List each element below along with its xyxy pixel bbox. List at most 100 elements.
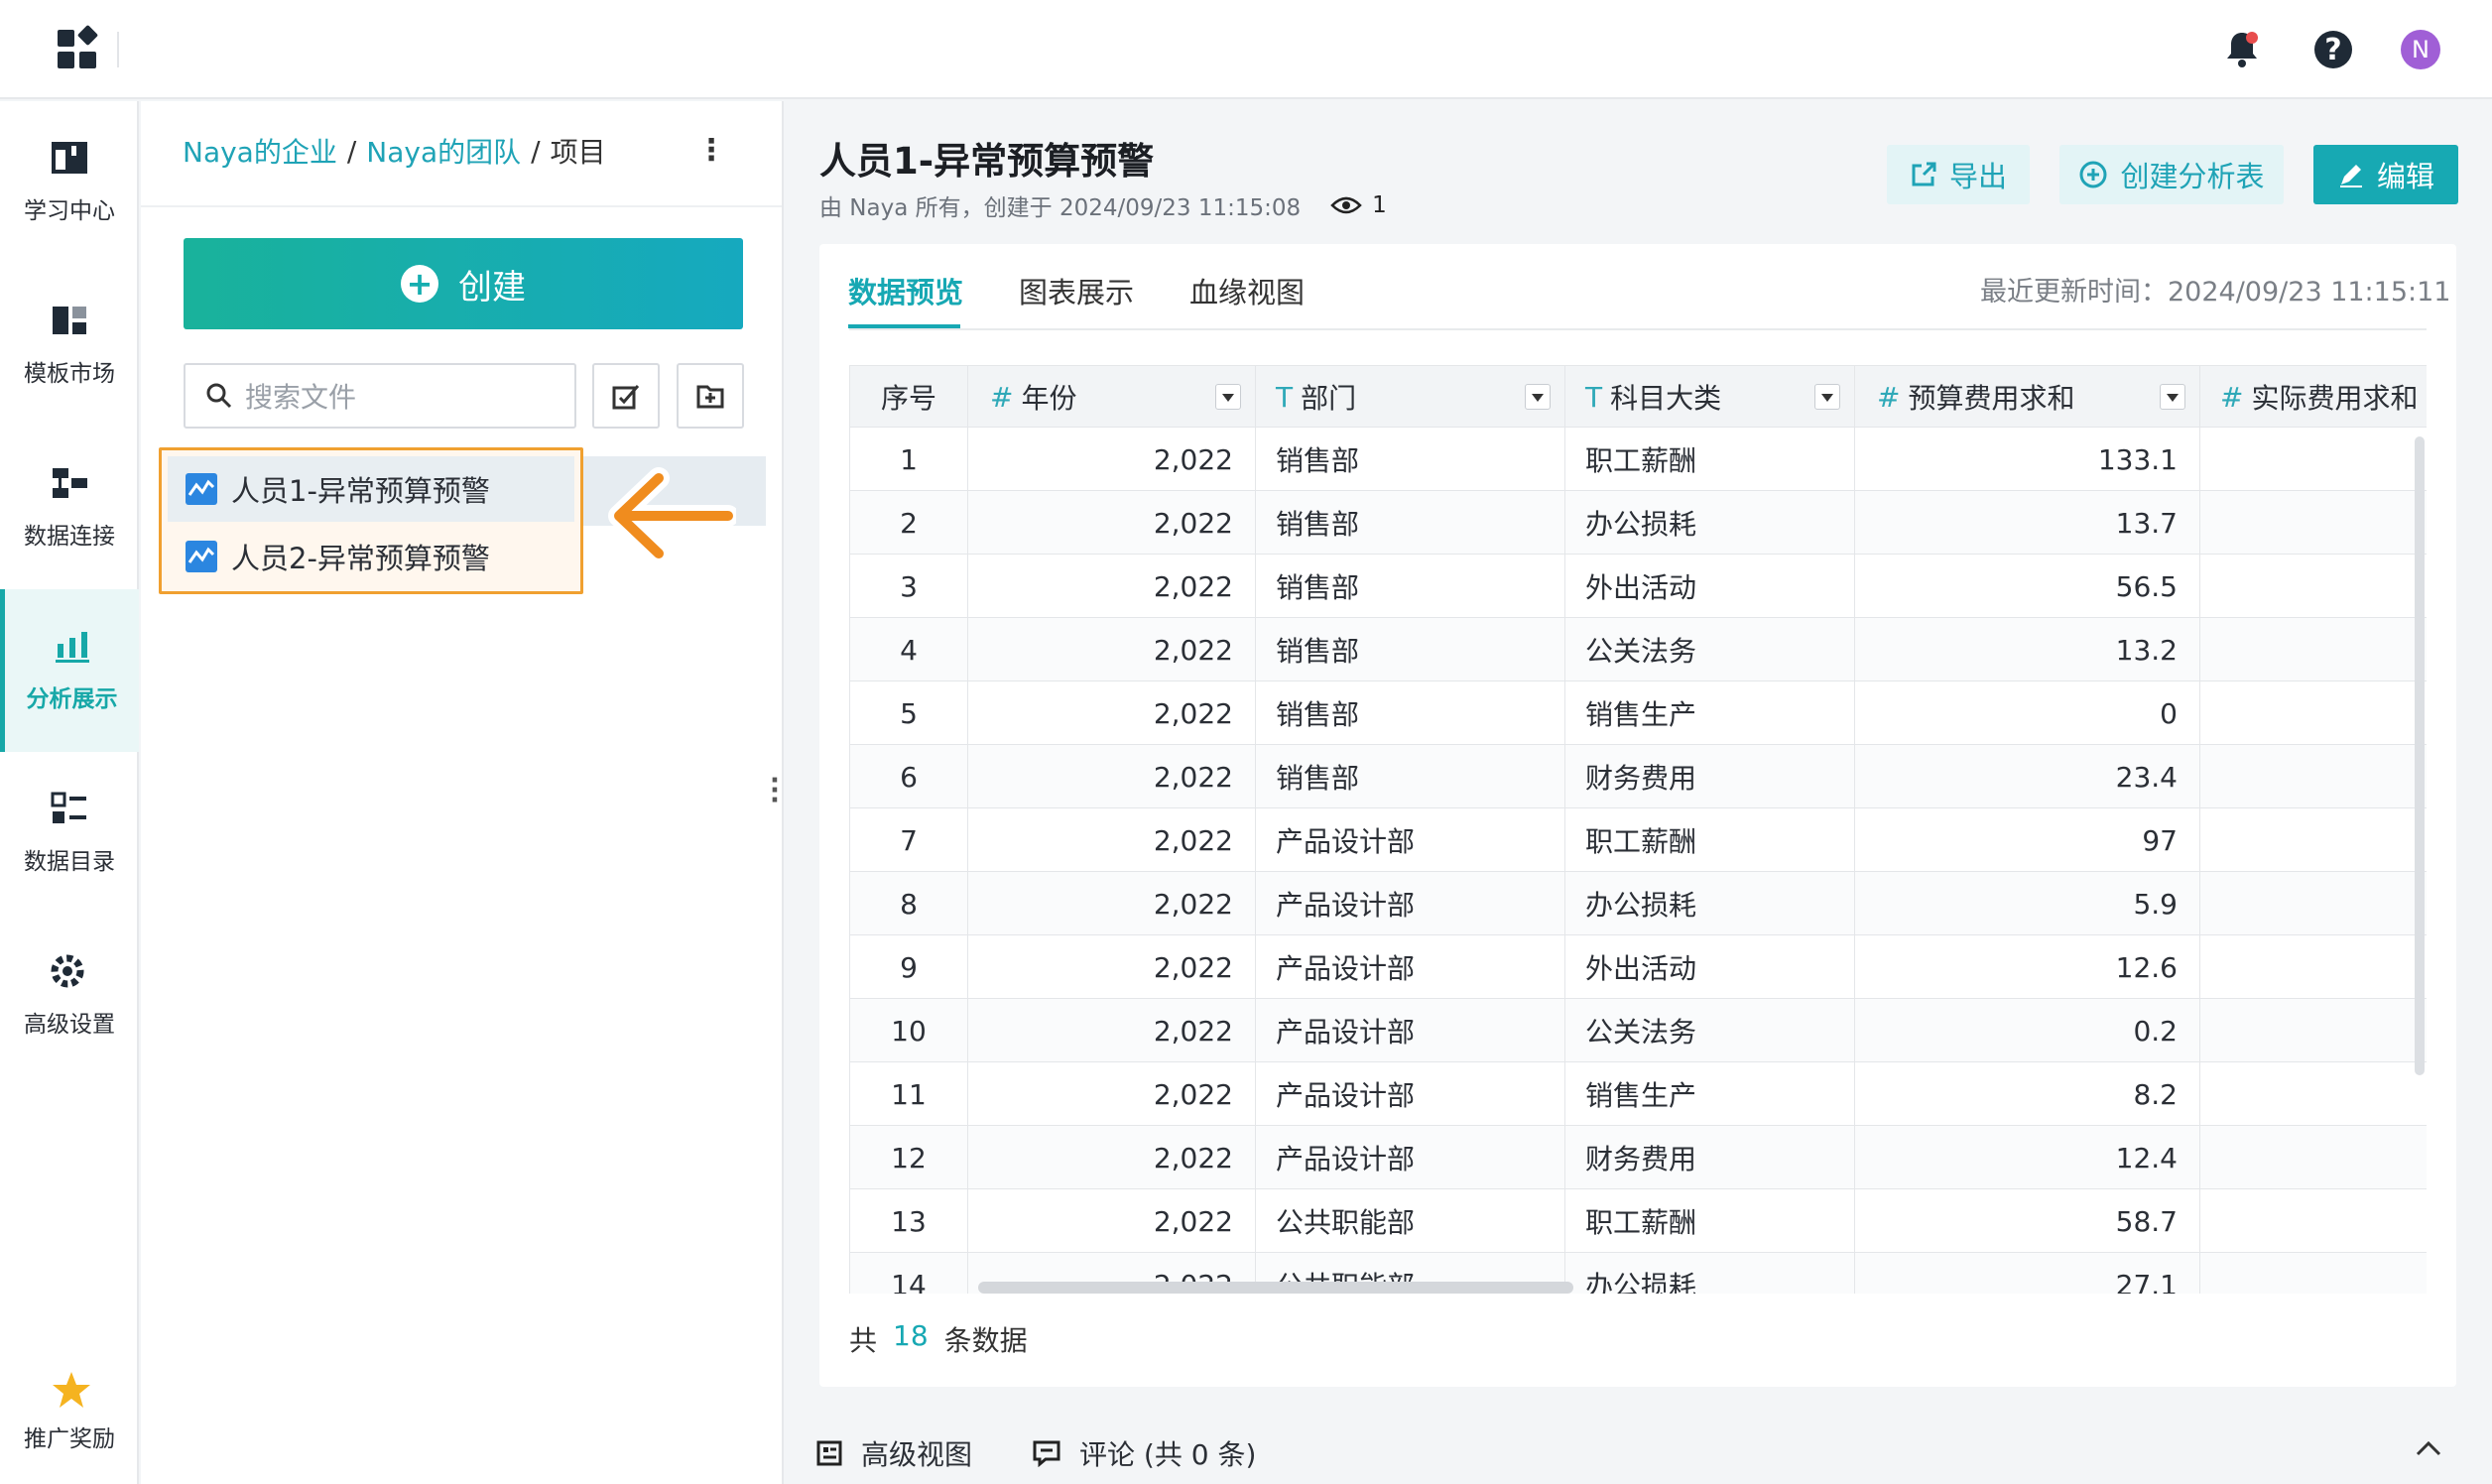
table-row[interactable]: 3 2,022 销售部 外出活动 56.5 <box>849 555 2427 618</box>
table-row[interactable]: 5 2,022 销售部 销售生产 0 <box>849 681 2427 745</box>
column-label: 预算费用求和 <box>1908 382 2075 415</box>
table-cell: 58.7 <box>1855 1189 2200 1253</box>
nav-label: 数据连接 <box>24 524 115 550</box>
dropdown-icon[interactable] <box>1215 384 1241 410</box>
table-row[interactable]: 6 2,022 销售部 财务费用 23.4 <box>849 745 2427 808</box>
table-row[interactable]: 12 2,022 产品设计部 财务费用 12.4 <box>849 1126 2427 1189</box>
select-button[interactable] <box>592 363 660 429</box>
horizontal-scrollbar[interactable] <box>978 1282 1573 1294</box>
dropdown-icon[interactable] <box>1525 384 1551 410</box>
table-cell: 公关法务 <box>1565 618 1855 681</box>
table-cell: 23.4 <box>1855 745 2200 808</box>
column-header-year[interactable]: # 年份 <box>968 366 1256 428</box>
breadcrumb-sep: / <box>531 134 541 168</box>
create-analysis-button[interactable]: 创建分析表 <box>2059 145 2284 204</box>
table-cell: 销售部 <box>1256 618 1565 681</box>
chart-icon <box>53 628 92 664</box>
table-row[interactable]: 8 2,022 产品设计部 办公损耗 5.9 <box>849 872 2427 935</box>
table-cell: 12.4 <box>1855 1126 2200 1189</box>
table-cell: 12.6 <box>1855 935 2200 999</box>
nav-item-promo[interactable]: 推广奖励 <box>0 1329 139 1484</box>
view-count-value: 1 <box>1372 192 1387 218</box>
last-updated: 最近更新时间：2024/09/23 11:15:11 <box>1980 277 2451 308</box>
dropdown-icon[interactable] <box>1814 384 1840 410</box>
nav-item-analysis[interactable]: 分析展示 <box>0 589 139 752</box>
file-item[interactable]: 人员1-异常预算预警 <box>168 456 574 522</box>
table-cell: 2,022 <box>968 555 1256 618</box>
table-cell: 职工薪酬 <box>1565 1189 1855 1253</box>
column-label: 年份 <box>1021 382 1077 415</box>
column-header-category[interactable]: T 科目大类 <box>1565 366 1855 428</box>
table-cell: 产品设计部 <box>1256 808 1565 872</box>
nav-item-templates[interactable]: 模板市场 <box>0 264 139 427</box>
table-cell <box>2200 1253 2427 1294</box>
search-input[interactable]: 搜索文件 <box>184 363 576 429</box>
nav-item-catalog[interactable]: 数据目录 <box>0 752 139 915</box>
help-icon[interactable]: ? <box>2311 28 2355 71</box>
new-folder-icon <box>696 385 724 409</box>
column-header-index: 序号 <box>849 366 968 428</box>
chevron-up-icon[interactable] <box>2415 1438 2442 1462</box>
new-folder-button[interactable] <box>677 363 744 429</box>
table-row[interactable]: 7 2,022 产品设计部 职工薪酬 97 <box>849 808 2427 872</box>
table-cell: 产品设计部 <box>1256 999 1565 1062</box>
breadcrumb-team[interactable]: Naya的团队 <box>366 131 521 171</box>
create-button[interactable]: + 创建 <box>184 238 743 329</box>
app-grid-icon[interactable] <box>56 24 99 71</box>
column-header-dept[interactable]: T 部门 <box>1256 366 1565 428</box>
table-cell: 0 <box>1855 681 2200 745</box>
table-cell: 产品设计部 <box>1256 1062 1565 1126</box>
table-cell: 办公损耗 <box>1565 491 1855 555</box>
export-button[interactable]: 导出 <box>1887 145 2030 204</box>
table-cell: 2,022 <box>968 681 1256 745</box>
row-count-value: 18 <box>893 1319 929 1352</box>
data-connect-icon <box>50 465 89 501</box>
more-menu-icon[interactable]: ⋮ <box>696 133 726 168</box>
avatar[interactable]: N <box>2399 28 2442 71</box>
comment-icon <box>1033 1440 1060 1467</box>
table-header: 序号 # 年份 T 部门 T 科目大类 # 预算费用求和 # 实际费用求和 <box>849 366 2427 428</box>
dropdown-icon[interactable] <box>2160 384 2185 410</box>
file-item[interactable]: 人员2-异常预算预警 <box>168 524 574 589</box>
nav-item-data-connect[interactable]: 数据连接 <box>0 427 139 589</box>
pointer-arrow-icon <box>607 466 739 569</box>
bell-icon[interactable] <box>2220 28 2264 71</box>
table-cell <box>2200 935 2427 999</box>
table-row[interactable]: 4 2,022 销售部 公关法务 13.2 <box>849 618 2427 681</box>
text-type-icon: T <box>1585 380 1603 414</box>
table-cell: 5.9 <box>1855 872 2200 935</box>
panel-resize-handle[interactable]: · · · <box>770 768 780 813</box>
table-row[interactable]: 10 2,022 产品设计部 公关法务 0.2 <box>849 999 2427 1062</box>
nav-item-settings[interactable]: 高级设置 <box>0 915 139 1077</box>
table-cell <box>2200 428 2427 491</box>
table-cell: 56.5 <box>1855 555 2200 618</box>
table-row[interactable]: 11 2,022 产品设计部 销售生产 8.2 <box>849 1062 2427 1126</box>
number-type-icon: # <box>2220 380 2244 414</box>
select-check-icon <box>612 385 640 410</box>
edit-button[interactable]: 编辑 <box>2313 145 2458 204</box>
plus-circle-icon: + <box>401 265 438 303</box>
nav-label: 分析展示 <box>26 686 118 712</box>
vertical-scrollbar[interactable] <box>2415 436 2425 1075</box>
table-cell: 2,022 <box>968 872 1256 935</box>
tab-data-preview[interactable]: 数据预览 <box>848 270 963 311</box>
file-name: 人员2-异常预算预警 <box>231 542 490 575</box>
table-row[interactable]: 2 2,022 销售部 办公损耗 13.7 <box>849 491 2427 555</box>
table-row[interactable]: 13 2,022 公共职能部 职工薪酬 58.7 <box>849 1189 2427 1253</box>
comments-button[interactable]: 评论 (共 0 条) <box>1032 1433 1256 1473</box>
tab-chart-view[interactable]: 图表展示 <box>1019 270 1134 311</box>
export-label: 导出 <box>1948 160 2007 193</box>
bottom-bar: 高级视图 评论 (共 0 条) <box>815 1422 2492 1484</box>
view-count: 1 <box>1330 192 1387 218</box>
column-header-budget[interactable]: # 预算费用求和 <box>1855 366 2200 428</box>
column-header-actual[interactable]: # 实际费用求和 <box>2200 366 2427 428</box>
breadcrumb-org[interactable]: Naya的企业 <box>183 131 337 171</box>
table-row[interactable]: 9 2,022 产品设计部 外出活动 12.6 <box>849 935 2427 999</box>
tab-lineage-view[interactable]: 血缘视图 <box>1189 270 1305 311</box>
table-cell: 财务费用 <box>1565 1126 1855 1189</box>
create-analysis-label: 创建分析表 <box>2120 160 2265 193</box>
table-row[interactable]: 1 2,022 销售部 职工薪酬 133.1 <box>849 428 2427 491</box>
table-cell: 销售部 <box>1256 491 1565 555</box>
nav-item-learning[interactable]: 学习中心 <box>0 101 139 264</box>
advanced-view-button[interactable]: 高级视图 <box>815 1433 972 1473</box>
